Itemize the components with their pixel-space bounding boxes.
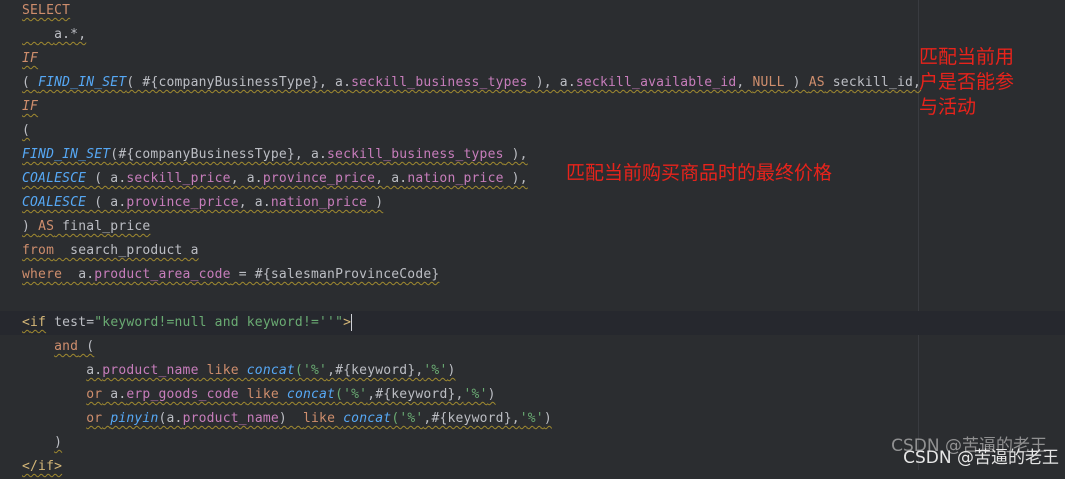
code-line-8: COALESCE ( a.seckill_price, a.province_p…: [22, 171, 528, 186]
code-line-6: (: [22, 123, 31, 138]
csdn-watermark: CSDN @苦逼的老王: [903, 448, 1059, 468]
code-line-18: or pinyin(a.product_name) like concat('%…: [86, 411, 552, 426]
code-line-9: COALESCE ( a.province_price, a.nation_pr…: [22, 195, 384, 210]
text-caret: [351, 314, 353, 331]
code-line-11: from search_product a: [22, 243, 199, 258]
code-line-12: where a.product_area_code = #{salesmanPr…: [22, 267, 440, 282]
code-line-16: a.product_name like concat('%',#{keyword…: [86, 363, 456, 378]
code-line-3: IF: [22, 51, 39, 66]
code-line-14-current[interactable]: <if test="keyword!=null and keyword!=''"…: [0, 311, 1065, 335]
code-line-7: FIND_IN_SET(#{companyBusinessType}, a.se…: [22, 147, 528, 162]
code-line-20: </if>: [22, 459, 63, 474]
annotation-final-price: 匹配当前购买商品时的最终价格: [566, 162, 833, 184]
code-line-4: ( FIND_IN_SET( #{companyBusinessType}, a…: [22, 75, 922, 90]
code-line-15: and (: [54, 339, 95, 354]
code-line-1: SELECT: [22, 3, 71, 18]
code-editor[interactable]: SELECT a.*, IF ( FIND_IN_SET( #{companyB…: [0, 0, 1065, 474]
code-line-17: or a.erp_goods_code like concat('%',#{ke…: [86, 387, 496, 402]
code-line-2: a.*,: [54, 27, 87, 42]
code-line-19: ): [54, 435, 63, 450]
code-line-5: IF: [22, 99, 39, 114]
code-line-10: ) AS final_price: [22, 219, 151, 234]
annotation-activity-eligibility: 匹配当前用 户是否能参 与活动: [919, 46, 1015, 118]
